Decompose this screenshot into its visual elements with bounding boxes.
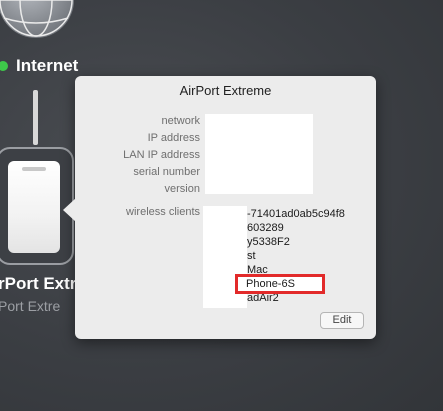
device-info-popover: AirPort Extreme network IP address LAN I… [75,76,376,339]
status-dot [0,61,8,71]
list-item: st [247,250,256,262]
internet-node[interactable]: Internet [0,56,78,76]
device-name: rPort Extr [0,274,77,293]
popover-arrow [63,198,76,222]
highlight-annotation: Phone-6S [235,274,325,294]
list-item: y5338F2 [247,236,290,248]
redacted-values [205,114,313,194]
field-label-serial-number: serial number [133,166,200,178]
connection-line [33,90,38,145]
field-label-version: version [164,183,200,195]
field-label-ip-address: IP address [147,132,200,144]
device-subtitle: Port Extre [0,298,61,314]
globe-icon [0,0,74,38]
field-label-wireless-clients: wireless clients [126,206,200,218]
highlighted-client: Phone-6S [246,278,295,290]
field-label-network: network [161,115,200,127]
edit-button[interactable]: Edit [320,312,364,329]
airport-device-icon [8,161,60,253]
list-item: -71401ad0ab5c94f8 [247,208,345,220]
field-label-lan-ip-address: LAN IP address [123,149,200,161]
internet-label: Internet [16,56,79,75]
popover-title: AirPort Extreme [179,83,272,98]
list-item: 603289 [247,222,284,234]
